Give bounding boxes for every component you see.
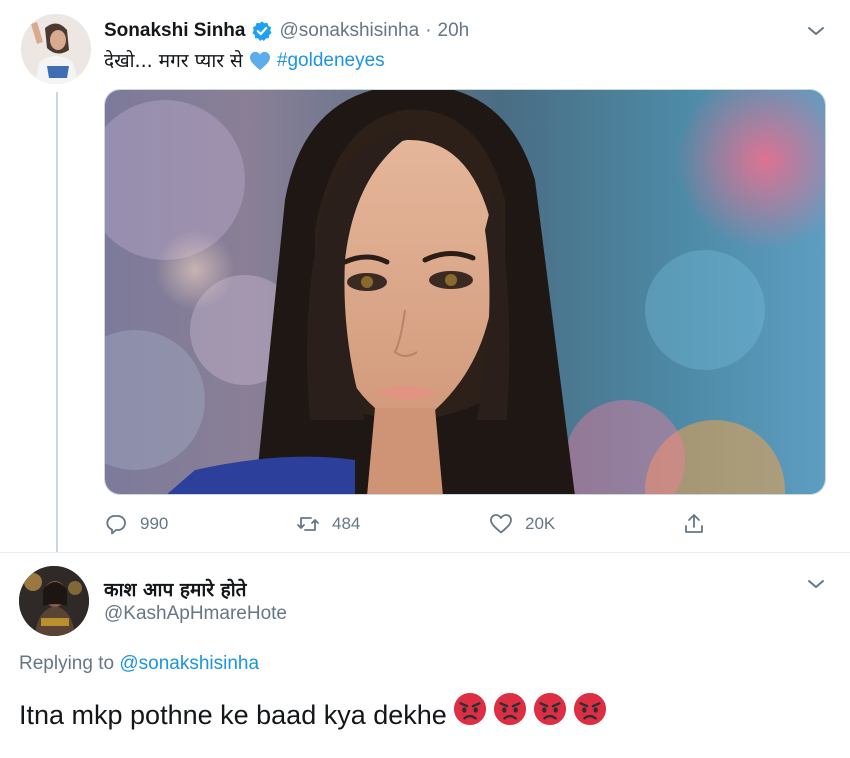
thread-line bbox=[56, 92, 58, 552]
reply-text-body: Itna mkp pothne ke baad kya dekhe bbox=[19, 699, 447, 730]
share-button[interactable] bbox=[682, 508, 718, 540]
heart-icon bbox=[490, 514, 512, 534]
reply-author-name[interactable]: काश आप हमारे होते bbox=[104, 576, 246, 602]
tweet-text: देखो... मगर प्यार से #goldeneyes bbox=[104, 48, 385, 74]
reply-author-handle[interactable]: @KashApHmareHote bbox=[104, 603, 287, 625]
reply-icon bbox=[106, 515, 126, 535]
tweet-actions: 990 484 20K bbox=[104, 508, 744, 540]
author-handle[interactable]: @sonakshisinha bbox=[279, 20, 419, 42]
emoji-row bbox=[447, 692, 607, 737]
retweet-button[interactable]: 484 bbox=[296, 508, 360, 540]
tweet-timestamp[interactable]: 20h bbox=[438, 20, 470, 42]
tweet-photo[interactable] bbox=[104, 89, 826, 495]
angry-face-emoji-icon bbox=[533, 692, 567, 726]
tweet[interactable]: Sonakshi Sinha @sonakshisinha · 20h देखो… bbox=[0, 0, 850, 552]
divider bbox=[0, 552, 850, 553]
reply-count: 990 bbox=[140, 514, 169, 533]
mention-link[interactable]: @sonakshisinha bbox=[119, 653, 259, 674]
tweet-text-body: देखो... मगर प्यार से bbox=[104, 50, 243, 72]
chevron-down-icon[interactable] bbox=[806, 577, 826, 591]
chevron-down-icon[interactable] bbox=[806, 24, 826, 38]
tweet-header: Sonakshi Sinha @sonakshisinha · 20h bbox=[104, 19, 469, 43]
blue-heart-emoji-icon bbox=[249, 51, 271, 71]
reply-button[interactable]: 990 bbox=[104, 508, 168, 540]
like-count: 20K bbox=[525, 514, 556, 533]
retweet-icon bbox=[297, 517, 319, 531]
author-avatar[interactable] bbox=[21, 14, 91, 84]
share-icon bbox=[685, 514, 703, 533]
verified-badge-icon bbox=[251, 20, 273, 42]
reply-text: Itna mkp pothne ke baad kya dekhe bbox=[19, 692, 607, 737]
replying-to-label: Replying to bbox=[19, 653, 115, 674]
like-button[interactable]: 20K bbox=[489, 508, 555, 540]
reply-author-avatar[interactable] bbox=[19, 566, 89, 636]
angry-face-emoji-icon bbox=[453, 692, 487, 726]
angry-face-emoji-icon bbox=[573, 692, 607, 726]
hashtag-link[interactable]: #goldeneyes bbox=[277, 48, 385, 74]
replying-to: Replying to @sonakshisinha bbox=[19, 653, 259, 675]
angry-face-emoji-icon bbox=[493, 692, 527, 726]
retweet-count: 484 bbox=[332, 514, 361, 533]
separator-dot: · bbox=[425, 20, 432, 41]
author-name[interactable]: Sonakshi Sinha bbox=[104, 20, 245, 42]
